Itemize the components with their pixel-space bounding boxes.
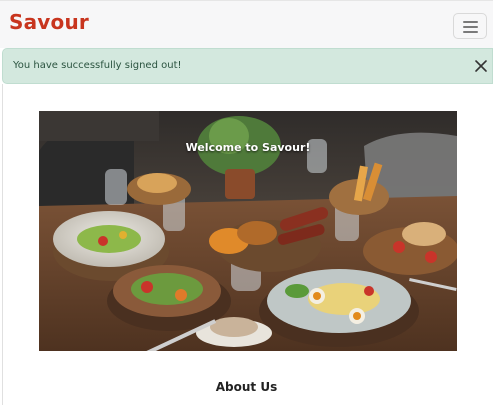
hero-image: Welcome to Savour! bbox=[39, 111, 457, 351]
close-icon[interactable] bbox=[473, 58, 489, 74]
menu-toggle-button[interactable] bbox=[453, 13, 487, 39]
alert-message: You have successfully signed out! bbox=[13, 60, 182, 71]
signout-alert: You have successfully signed out! bbox=[2, 48, 493, 84]
hero-title: Welcome to Savour! bbox=[185, 141, 311, 154]
navbar: Savour bbox=[0, 0, 493, 48]
page-divider bbox=[2, 84, 3, 405]
brand-logo[interactable]: Savour bbox=[9, 10, 89, 34]
hamburger-menu-icon bbox=[463, 21, 478, 23]
about-heading: About Us bbox=[215, 380, 278, 394]
